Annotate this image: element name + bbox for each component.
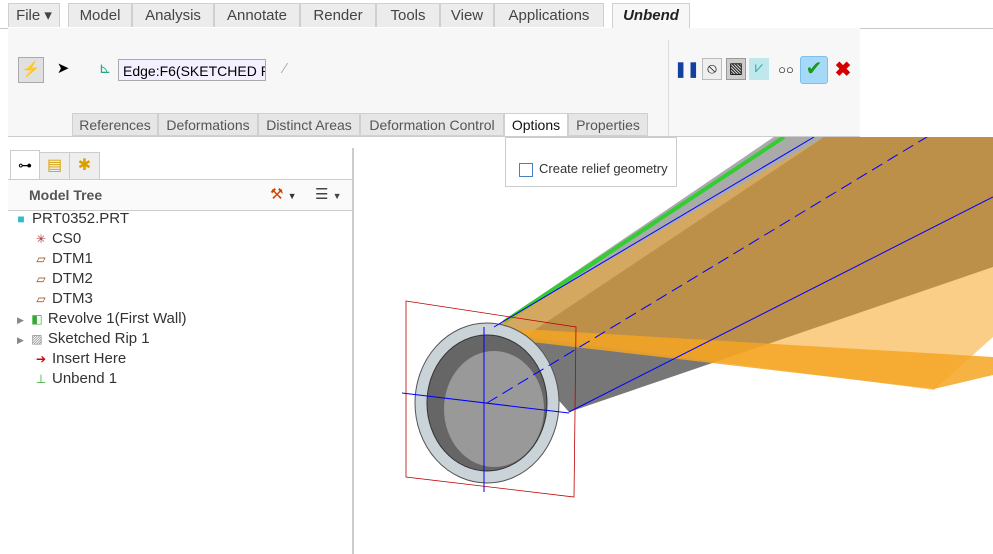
ok-check-button[interactable]: ✔ — [800, 56, 828, 84]
tree-item-label: Revolve 1(First Wall) — [47, 310, 187, 327]
subtab-options[interactable]: Options — [504, 113, 568, 136]
tree-item-label: DTM1 — [52, 250, 93, 267]
favorites-tab-icon[interactable]: ✱ — [69, 152, 100, 180]
tab-view[interactable]: View — [440, 3, 494, 27]
subtab-distinct-areas[interactable]: Distinct Areas — [258, 113, 360, 136]
subtab-properties[interactable]: Properties — [568, 113, 648, 136]
tree-item-part[interactable]: ■ PRT0352.PRT — [12, 209, 129, 229]
graphics-viewport[interactable] — [354, 137, 993, 554]
flip-icon[interactable]: ⁄ — [272, 57, 298, 83]
datum-plane-icon: ▱ — [36, 272, 46, 286]
dynamic-preview-icon[interactable]: ⩗ — [749, 58, 769, 80]
tree-item-dtm1[interactable]: ▱ DTM1 — [32, 249, 93, 269]
part-icon: ■ — [17, 212, 25, 226]
tab-tools[interactable]: Tools — [376, 3, 440, 27]
folder-browser-tab-icon[interactable]: ▤ — [39, 152, 70, 180]
rip-icon: ▨ — [31, 332, 43, 346]
tree-item-insert-here[interactable]: ➔ Insert Here — [32, 349, 126, 369]
tab-annotate[interactable]: Annotate — [214, 3, 300, 27]
tree-item-label: Insert Here — [52, 350, 127, 367]
model-tree-title: Model Tree — [29, 187, 103, 203]
verify-glasses-icon[interactable]: ○○ — [773, 58, 799, 84]
tree-settings-icon[interactable]: ⚒ ▼ — [270, 185, 297, 203]
tree-item-label: DTM2 — [52, 270, 93, 287]
tree-item-cs0[interactable]: ✳ CS0 — [32, 229, 81, 249]
tab-analysis[interactable]: Analysis — [132, 3, 214, 27]
tab-render[interactable]: Render — [300, 3, 376, 27]
expand-arrow-icon[interactable]: ▶ — [17, 315, 24, 325]
select-arrow-icon[interactable]: ➤ — [50, 57, 76, 83]
tree-item-dtm3[interactable]: ▱ DTM3 — [32, 289, 93, 309]
tab-unbend[interactable]: Unbend — [612, 3, 690, 30]
expand-arrow-icon[interactable]: ▶ — [17, 335, 24, 345]
tree-item-label: Sketched Rip 1 — [47, 330, 150, 347]
tree-item-label: PRT0352.PRT — [32, 210, 129, 227]
pause-icon[interactable]: ❚❚ — [674, 58, 700, 84]
insert-arrow-icon: ➔ — [35, 352, 47, 366]
tree-item-label: CS0 — [52, 230, 82, 247]
revolve-icon: ◧ — [31, 312, 43, 326]
file-label: File — [16, 7, 41, 24]
datum-plane-icon: ▱ — [36, 292, 46, 306]
subtab-deformation-control[interactable]: Deformation Control — [360, 113, 504, 136]
tube-interior — [444, 351, 544, 467]
model-tree-tab-icon[interactable]: ⊶ — [10, 150, 40, 180]
datum-plane-icon: ▱ — [36, 252, 46, 266]
no-preview-icon[interactable]: ⦸ — [702, 58, 722, 80]
unbend-icon: ⊥ — [35, 372, 47, 386]
tree-item-unbend[interactable]: ⊥ Unbend 1 — [32, 369, 117, 389]
tab-applications[interactable]: Applications — [494, 3, 604, 27]
create-relief-label: Create relief geometry — [539, 161, 668, 176]
tree-show-icon[interactable]: ☰ ▼ — [315, 185, 342, 203]
menu-tab-bar: File ▾ Model Analysis Annotate Render To… — [0, 0, 993, 30]
smart-select-icon[interactable]: ⚡ — [18, 57, 44, 83]
subtab-deformations[interactable]: Deformations — [158, 113, 258, 136]
subtab-references[interactable]: References — [72, 113, 158, 136]
model-tree-header: Model Tree ⚒ ▼ ☰ ▼ — [8, 179, 352, 211]
static-preview-icon[interactable]: ▧ — [726, 58, 746, 80]
tab-model[interactable]: Model — [68, 3, 132, 27]
edge-reference-field[interactable]: Edge:F6(SKETCHED RI — [118, 59, 266, 81]
tree-item-revolve[interactable]: ▶ ◧ Revolve 1(First Wall) — [17, 309, 187, 329]
tree-item-label: Unbend 1 — [52, 370, 118, 387]
create-relief-checkbox[interactable] — [519, 163, 533, 177]
tree-item-sketched-rip[interactable]: ▶ ▨ Sketched Rip 1 — [17, 329, 150, 349]
divider — [668, 40, 669, 136]
coordinate-system-icon: ✳ — [35, 232, 47, 246]
tree-item-label: DTM3 — [52, 290, 93, 307]
edge-reference-icon: ⊾ — [98, 60, 112, 77]
cancel-x-button[interactable]: ✖ — [830, 58, 856, 84]
options-panel: Create relief geometry — [505, 137, 677, 187]
file-menu[interactable]: File ▾ — [8, 3, 60, 27]
tree-item-dtm2[interactable]: ▱ DTM2 — [32, 269, 93, 289]
